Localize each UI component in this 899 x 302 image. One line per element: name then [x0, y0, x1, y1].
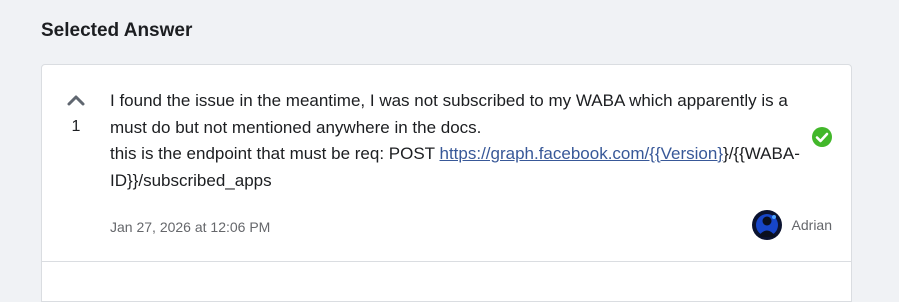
endpoint-link[interactable]: https://graph.facebook.com/{{Version} [439, 144, 723, 163]
section-title: Selected Answer [41, 20, 193, 41]
avatar[interactable] [751, 210, 782, 240]
chevron-up-icon[interactable] [66, 93, 86, 107]
answer-author: Adrian [751, 210, 832, 240]
next-card [41, 262, 852, 302]
author-name[interactable]: Adrian [792, 216, 832, 234]
vote-control: 1 [66, 93, 86, 136]
answer-line-2-prefix: this is the endpoint that must be req: P… [110, 144, 440, 163]
answer-timestamp: Jan 27, 2026 at 12:06 PM [110, 219, 271, 235]
check-circle-icon [812, 127, 832, 147]
answer-card: 1 I found the issue in the meantime, I w… [41, 64, 852, 262]
vote-count: 1 [71, 118, 81, 135]
answer-text: I found the issue in the meantime, I was… [110, 88, 810, 194]
answer-line-1: I found the issue in the meantime, I was… [110, 91, 788, 137]
